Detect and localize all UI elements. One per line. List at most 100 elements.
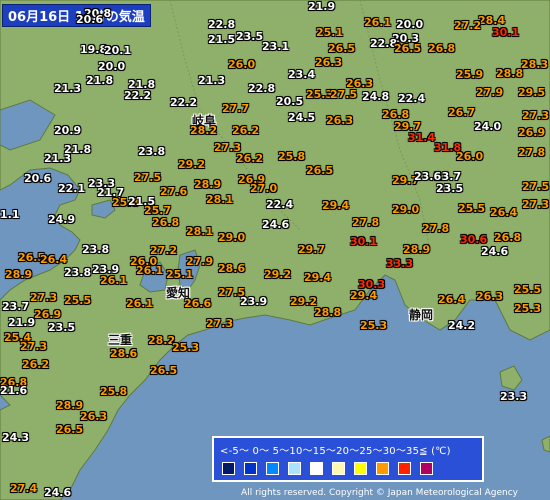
temperature-reading: 25.1 [316,26,344,39]
temperature-reading: 29.2 [264,268,292,281]
legend-swatches [222,462,433,475]
temperature-reading: 26.1 [100,274,128,287]
temperature-legend: <-5〜 0〜 5〜10〜15〜20〜25〜30〜35≦ (℃) [212,436,484,482]
temperature-reading: 22.1 [58,182,86,195]
temperature-reading: 29.0 [218,231,246,244]
temperature-reading: 23.5 [436,182,464,195]
temperature-reading: 25.3 [360,319,388,332]
temperature-reading: 26.4 [438,293,466,306]
temperature-reading: 20.0 [396,18,424,31]
temperature-reading: 21.3 [44,152,72,165]
temperature-reading: 26.3 [80,410,108,423]
temperature-reading: 26.8 [152,216,180,229]
temperature-reading: 26.4 [490,206,518,219]
temperature-reading: 24.0 [474,120,502,133]
temperature-reading: 26.5 [306,164,334,177]
temperature-reading: 28.8 [496,67,524,80]
temperature-reading: 26.9 [518,126,546,139]
temperature-reading: 27.3 [206,317,234,330]
temperature-reading: 26.2 [232,124,260,137]
temperature-reading: 28.8 [314,306,342,319]
temperature-reading: 27.8 [422,222,450,235]
legend-swatch [354,462,367,475]
temperature-reading: 33.3 [386,257,414,270]
temperature-reading: 27.3 [30,291,58,304]
city-label: 静岡 [409,308,434,322]
temperature-reading: 28.9 [5,268,33,281]
temperature-reading: 20.9 [54,124,82,137]
temperature-reading: 29.2 [178,158,206,171]
temperature-reading: 26.2 [22,358,50,371]
temperature-reading: 26.4 [40,253,68,266]
temperature-reading: 22.8 [248,82,276,95]
temperature-reading: 23.1 [262,40,290,53]
temperature-reading: 22.8 [208,18,236,31]
temperature-reading: 26.3 [315,56,343,69]
temperature-reading: 20.6 [76,13,104,26]
temperature-reading: 26.8 [494,231,522,244]
temperature-reading: 27.7 [222,102,250,115]
temperature-reading: 29.7 [298,243,326,256]
temperature-reading: 24.2 [448,319,476,332]
temperature-reading: 22.4 [266,198,294,211]
temperature-reading: 23.4 [288,68,316,81]
temperature-reading: 22.4 [398,92,426,105]
temperature-reading: 23.8 [64,266,92,279]
temperature-reading: 29.4 [304,271,332,284]
temperature-reading: 27.3 [522,109,550,122]
temperature-reading: 22.2 [170,96,198,109]
legend-scale-text: <-5〜 0〜 5〜10〜15〜20〜25〜30〜35≦ (℃) [220,446,451,457]
temperature-reading: 27.9 [476,86,504,99]
temperature-reading: 26.1 [136,264,164,277]
temperature-reading: 26.2 [236,152,264,165]
temperature-reading: 25.8 [278,150,306,163]
temperature-reading: 26.9 [34,308,62,321]
temperature-reading: 28.1 [186,225,214,238]
legend-swatch [244,462,257,475]
temperature-map: 06月16日 14時の気温 岐阜 愛知 三重 静岡 21.9 20.8 20.6 22.8 2… [0,0,550,500]
temperature-reading: 26.5 [394,42,422,55]
legend-swatch [266,462,279,475]
temperature-reading: 25.1 [166,268,194,281]
temperature-reading: 27.4 [10,482,38,495]
temperature-reading: 29.4 [350,289,378,302]
temperature-reading: 24.9 [48,213,76,226]
temperature-reading: 27.6 [160,185,188,198]
temperature-reading: 23.9 [240,295,268,308]
legend-swatch [376,462,389,475]
temperature-reading: 31.4 [408,131,436,144]
temperature-reading: 25.5 [64,294,92,307]
temperature-reading: 20.0 [98,60,126,73]
copyright-notice: All rights reserved. Copyright © Japan M… [241,488,518,498]
legend-swatch [398,462,411,475]
temperature-reading: 26.3 [476,290,504,303]
temperature-reading: 20.6 [24,172,52,185]
legend-swatch [310,462,323,475]
temperature-reading: 24.8 [362,90,390,103]
temperature-reading: 21.6 [0,384,28,397]
temperature-reading: 24.3 [2,431,30,444]
temperature-reading: 26.7 [448,106,476,119]
temperature-reading: 28.6 [110,347,138,360]
temperature-reading: 23.5 [236,30,264,43]
temperature-reading: 23.8 [82,243,110,256]
temperature-reading: 23.3 [500,390,528,403]
temperature-reading: 25.8 [100,385,128,398]
legend-swatch [222,462,235,475]
temperature-reading: 20.1 [104,44,132,57]
temperature-reading: 26.8 [428,42,456,55]
temperature-reading: 25.3 [514,302,542,315]
temperature-reading: 26.1 [364,16,392,29]
temperature-reading: 21.3 [198,74,226,87]
temperature-reading: 25.5 [514,283,542,296]
temperature-reading: 24.5 [288,111,316,124]
temperature-reading: 21.3 [54,82,82,95]
temperature-reading: 25.3 [172,341,200,354]
temperature-reading: 29.4 [322,199,350,212]
temperature-reading: 23.7 [2,300,30,313]
temperature-reading: 26.0 [228,58,256,71]
temperature-reading: 26.1 [126,297,154,310]
temperature-reading: 27.8 [518,146,546,159]
legend-swatch [332,462,345,475]
temperature-reading: 27.2 [454,19,482,32]
